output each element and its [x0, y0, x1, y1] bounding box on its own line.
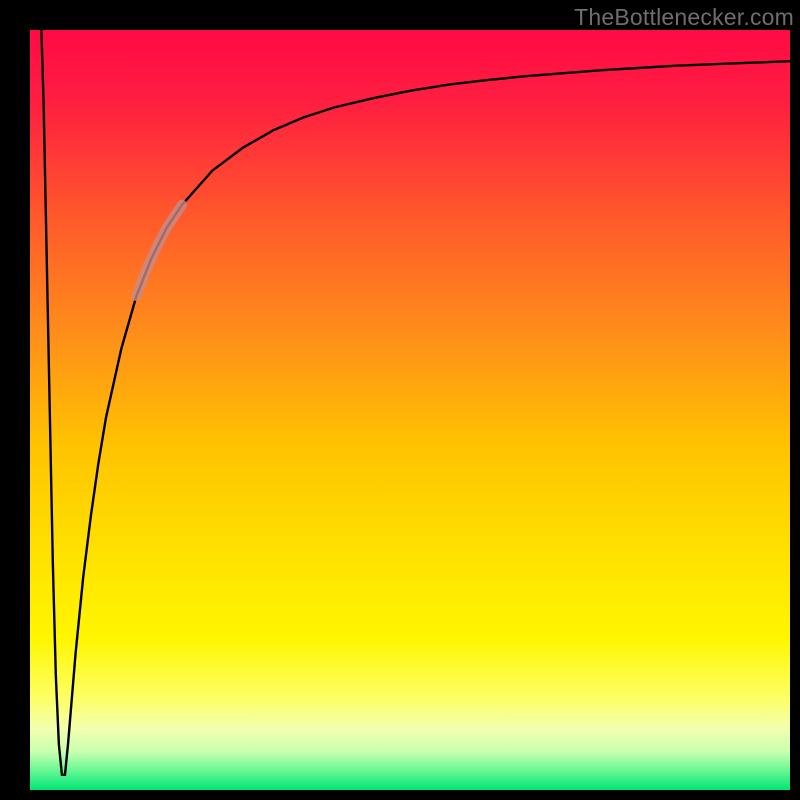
- chart-frame: TheBottlenecker.com: [0, 0, 800, 800]
- gradient-background: [30, 30, 790, 790]
- watermark-text: TheBottlenecker.com: [574, 4, 794, 31]
- bottleneck-chart: [30, 30, 790, 790]
